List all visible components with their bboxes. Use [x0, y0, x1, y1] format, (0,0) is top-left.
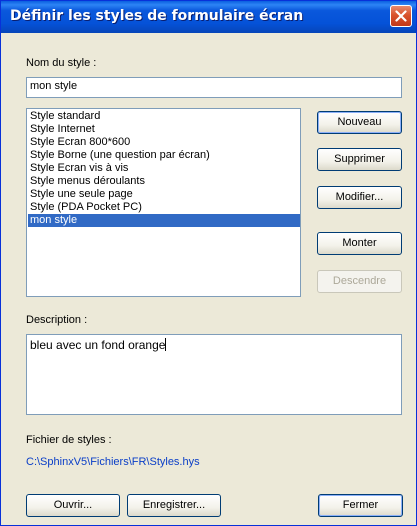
list-item[interactable]: mon style: [28, 214, 300, 227]
move-up-button[interactable]: Monter: [317, 232, 402, 255]
list-item[interactable]: Style standard: [28, 110, 300, 123]
close-icon: [395, 10, 407, 22]
open-button[interactable]: Ouvrir...: [26, 494, 120, 517]
description-text: bleu avec un fond orange: [30, 338, 166, 352]
move-down-button: Descendre: [317, 270, 402, 293]
new-button[interactable]: Nouveau: [317, 111, 402, 134]
close-button[interactable]: [390, 5, 412, 27]
styles-file-label: Fichier de styles :: [26, 434, 112, 446]
save-button[interactable]: Enregistrer...: [127, 494, 221, 517]
style-name-label: Nom du style :: [26, 57, 97, 69]
list-item[interactable]: Style menus déroulants: [28, 175, 300, 188]
description-label: Description :: [26, 314, 88, 326]
close-dialog-button[interactable]: Fermer: [318, 494, 403, 517]
text-caret: [165, 338, 167, 351]
description-textarea[interactable]: bleu avec un fond orange: [26, 334, 402, 415]
list-item[interactable]: Style Ecran vis à vis: [28, 162, 300, 175]
style-name-input[interactable]: mon style: [26, 77, 402, 98]
styles-listbox[interactable]: Style standard Style Internet Style Ecran …: [26, 108, 301, 297]
list-item[interactable]: Style une seule page: [28, 188, 300, 201]
title-bar[interactable]: Définir les styles de formulaire écran: [1, 1, 416, 33]
styles-file-path: C:\SphinxV5\Fichiers\FR\Styles.hys: [26, 456, 200, 468]
delete-button[interactable]: Supprimer: [317, 148, 402, 171]
modify-button[interactable]: Modifier...: [317, 186, 402, 209]
list-item[interactable]: Style (PDA Pocket PC): [28, 201, 300, 214]
list-item[interactable]: Style Borne (une question par écran): [28, 149, 300, 162]
list-item[interactable]: Style Internet: [28, 123, 300, 136]
window-title: Définir les styles de formulaire écran: [10, 8, 304, 24]
list-item[interactable]: Style Ecran 800*600: [28, 136, 300, 149]
dialog-window: Définir les styles de formulaire écran N…: [0, 0, 417, 526]
